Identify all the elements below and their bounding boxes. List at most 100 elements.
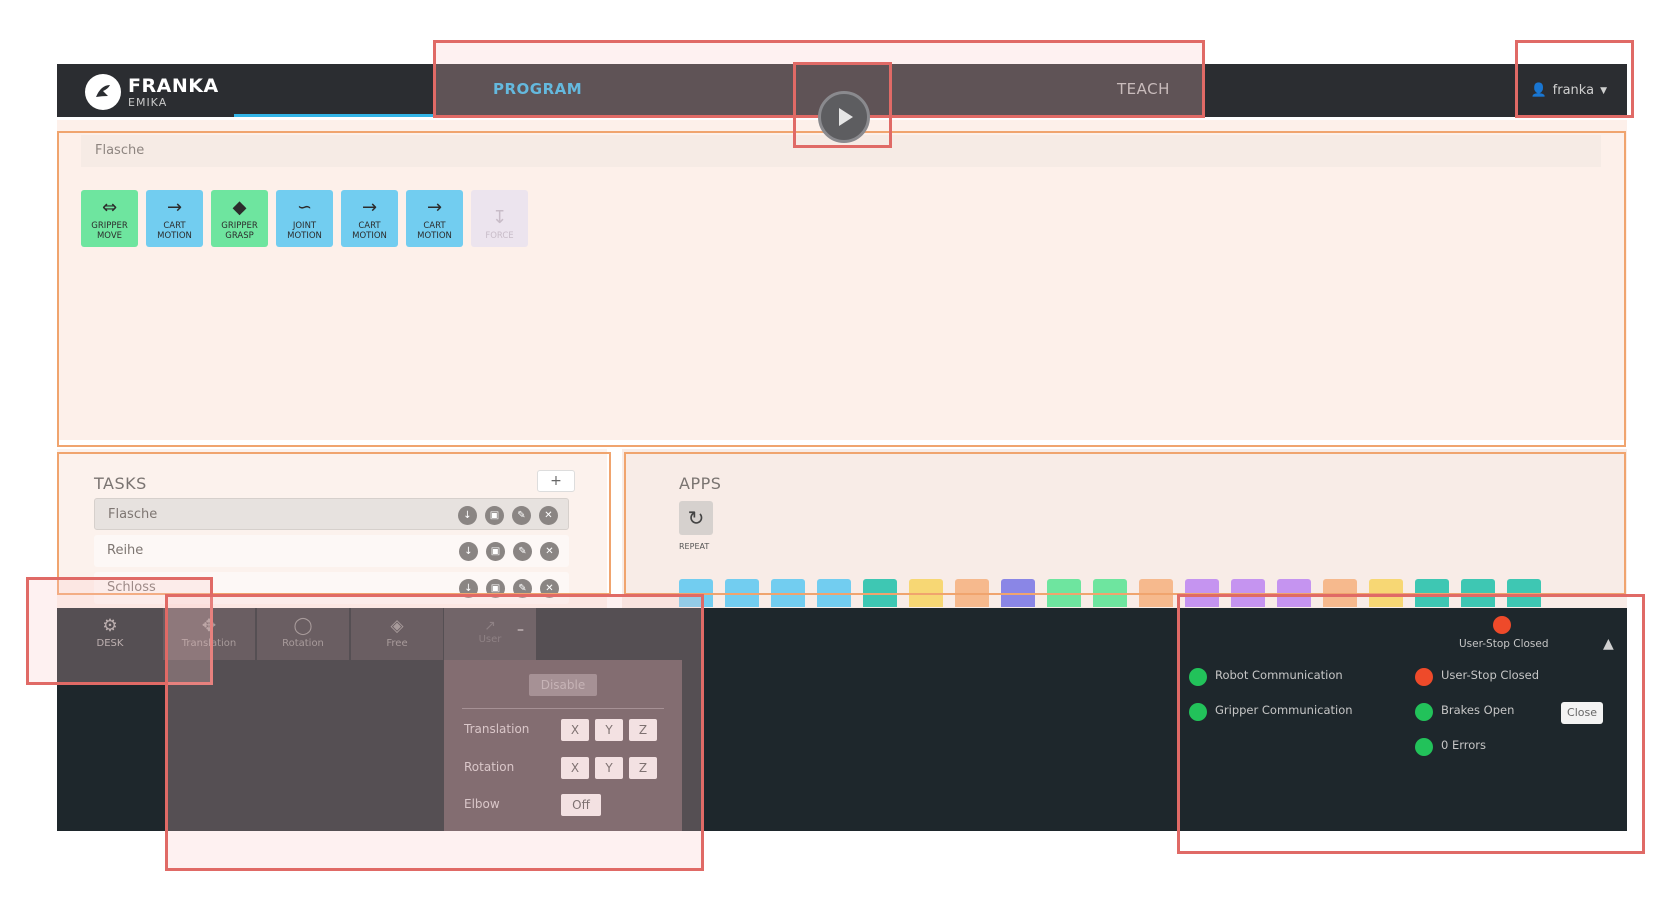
edit-icon[interactable]: ✎ bbox=[512, 506, 531, 525]
app-tile[interactable] bbox=[771, 579, 805, 607]
delete-icon[interactable]: ✕ bbox=[540, 542, 559, 561]
delete-icon[interactable]: ✕ bbox=[539, 506, 558, 525]
system-status-panel: User-Stop Closed Robot Communication Gri… bbox=[1179, 608, 1627, 831]
robot-comm-dot bbox=[1189, 668, 1207, 686]
desk-app: FRANKA EMIKA PROGRAM TEACH 👤 franka ▼ Fl… bbox=[57, 64, 1627, 831]
translation-x-button[interactable]: X bbox=[561, 719, 589, 741]
skill-label: CART bbox=[358, 221, 381, 231]
brand-subtitle: EMIKA bbox=[128, 96, 168, 109]
save-icon[interactable]: ▣ bbox=[486, 542, 505, 561]
cart-motion-icon: → bbox=[361, 197, 378, 218]
download-icon[interactable]: ↓ bbox=[458, 506, 477, 525]
app-tile[interactable] bbox=[1277, 579, 1311, 607]
guiding-mode-free[interactable]: ◈ Free bbox=[351, 608, 443, 660]
user-stop-indicator bbox=[1493, 616, 1511, 634]
skill-sequence: ⇔ GRIPPER MOVE → CART MOTION ◆ GRIPPER G… bbox=[81, 190, 528, 247]
skill-force-placeholder[interactable]: ↧ FORCE bbox=[471, 190, 528, 247]
app-tile[interactable] bbox=[955, 579, 989, 607]
guiding-config-panel: Disable Translation X Y Z Rotation X Y Z… bbox=[444, 660, 682, 831]
save-icon[interactable]: ▣ bbox=[486, 579, 505, 598]
task-item-schloss[interactable]: Schloss ↓ ▣ ✎ ✕ bbox=[94, 572, 569, 604]
skill-label: JOINT bbox=[292, 221, 317, 231]
download-icon[interactable]: ↓ bbox=[459, 542, 478, 561]
translation-z-button[interactable]: Z bbox=[629, 719, 657, 741]
tab-teach[interactable]: TEACH bbox=[1117, 80, 1170, 98]
skill-cart-motion[interactable]: → CART MOTION bbox=[406, 190, 463, 247]
app-tile[interactable] bbox=[1507, 579, 1541, 607]
collapse-icon[interactable]: – bbox=[517, 622, 524, 638]
brakes-dot bbox=[1415, 703, 1433, 721]
app-tile[interactable] bbox=[1185, 579, 1219, 607]
guiding-mode-user[interactable]: ↗ User – bbox=[444, 608, 536, 660]
disable-button[interactable]: Disable bbox=[529, 674, 597, 696]
task-name: Schloss bbox=[107, 580, 156, 595]
translation-label: Translation bbox=[181, 638, 237, 649]
app-tile[interactable] bbox=[1047, 579, 1081, 607]
skill-label: MOTION bbox=[352, 231, 387, 241]
user-mode-label: User bbox=[478, 634, 502, 645]
user-stop-header-label: User-Stop Closed bbox=[1459, 638, 1549, 650]
skill-label: GRIPPER bbox=[221, 221, 258, 231]
skill-cart-motion[interactable]: → CART MOTION bbox=[146, 190, 203, 247]
caret-up-icon[interactable]: ▲ bbox=[1603, 636, 1614, 652]
cart-motion-icon: → bbox=[166, 197, 183, 218]
app-tile[interactable] bbox=[1139, 579, 1173, 607]
app-library bbox=[679, 579, 1541, 607]
save-icon[interactable]: ▣ bbox=[485, 506, 504, 525]
tab-program[interactable]: PROGRAM bbox=[493, 80, 582, 98]
app-tile[interactable] bbox=[1369, 579, 1403, 607]
delete-icon[interactable]: ✕ bbox=[540, 579, 559, 598]
skill-label: CART bbox=[423, 221, 446, 231]
download-icon[interactable]: ↓ bbox=[459, 579, 478, 598]
brand-name: FRANKA bbox=[128, 75, 219, 97]
skill-cart-motion[interactable]: → CART MOTION bbox=[341, 190, 398, 247]
rotation-x-button[interactable]: X bbox=[561, 757, 589, 779]
rotation-z-button[interactable]: Z bbox=[629, 757, 657, 779]
play-button[interactable] bbox=[818, 91, 870, 143]
app-tile[interactable] bbox=[909, 579, 943, 607]
edit-icon[interactable]: ✎ bbox=[513, 579, 532, 598]
edit-icon[interactable]: ✎ bbox=[513, 542, 532, 561]
elbow-toggle[interactable]: Off bbox=[561, 794, 601, 816]
translation-axes-label: Translation bbox=[464, 722, 530, 736]
app-tile[interactable] bbox=[1093, 579, 1127, 607]
close-brakes-button[interactable]: Close bbox=[1561, 702, 1603, 724]
app-tile[interactable] bbox=[817, 579, 851, 607]
errors-label: 0 Errors bbox=[1441, 738, 1486, 752]
app-tile[interactable] bbox=[725, 579, 759, 607]
guiding-mode-translation[interactable]: ✥ Translation bbox=[163, 608, 255, 660]
skill-gripper-move[interactable]: ⇔ GRIPPER MOVE bbox=[81, 190, 138, 247]
desk-icon: ⚙ bbox=[102, 616, 118, 636]
free-label: Free bbox=[386, 638, 408, 649]
skill-gripper-grasp[interactable]: ◆ GRIPPER GRASP bbox=[211, 190, 268, 247]
active-tab-indicator bbox=[234, 114, 434, 117]
add-task-button[interactable]: + bbox=[537, 470, 575, 492]
bottom-dock: ⚙ DESK ✥ Translation ◯ Rotation ◈ Free ↗… bbox=[57, 608, 1627, 831]
user-stop-label: User-Stop Closed bbox=[1441, 668, 1540, 682]
repeat-label: REPEAT bbox=[679, 542, 710, 551]
skill-label: GRASP bbox=[225, 231, 254, 241]
task-timeline: Flasche ⇔ GRIPPER MOVE → CART MOTION ◆ G… bbox=[57, 120, 1627, 440]
rotation-y-button[interactable]: Y bbox=[595, 757, 623, 779]
repeat-app-button[interactable]: ↻ bbox=[679, 501, 713, 535]
task-item-reihe[interactable]: Reihe ↓ ▣ ✎ ✕ bbox=[94, 535, 569, 567]
user-menu[interactable]: 👤 franka ▼ bbox=[1530, 83, 1607, 98]
divider bbox=[462, 708, 664, 709]
translation-y-button[interactable]: Y bbox=[595, 719, 623, 741]
app-tile[interactable] bbox=[1461, 579, 1495, 607]
joint-motion-icon: ∽ bbox=[296, 197, 313, 218]
app-tile[interactable] bbox=[1001, 579, 1035, 607]
gripper-move-icon: ⇔ bbox=[101, 197, 118, 218]
desk-tab[interactable]: ⚙ DESK bbox=[57, 608, 163, 660]
desk-label: DESK bbox=[96, 638, 124, 649]
apps-title: APPS bbox=[679, 474, 722, 493]
skill-joint-motion[interactable]: ∽ JOINT MOTION bbox=[276, 190, 333, 247]
app-tile[interactable] bbox=[1415, 579, 1449, 607]
guiding-mode-rotation[interactable]: ◯ Rotation bbox=[257, 608, 349, 660]
app-tile[interactable] bbox=[863, 579, 897, 607]
free-icon: ◈ bbox=[390, 616, 404, 636]
app-tile[interactable] bbox=[679, 579, 713, 607]
app-tile[interactable] bbox=[1231, 579, 1265, 607]
app-tile[interactable] bbox=[1323, 579, 1357, 607]
task-item-flasche[interactable]: Flasche ↓ ▣ ✎ ✕ bbox=[94, 498, 569, 530]
